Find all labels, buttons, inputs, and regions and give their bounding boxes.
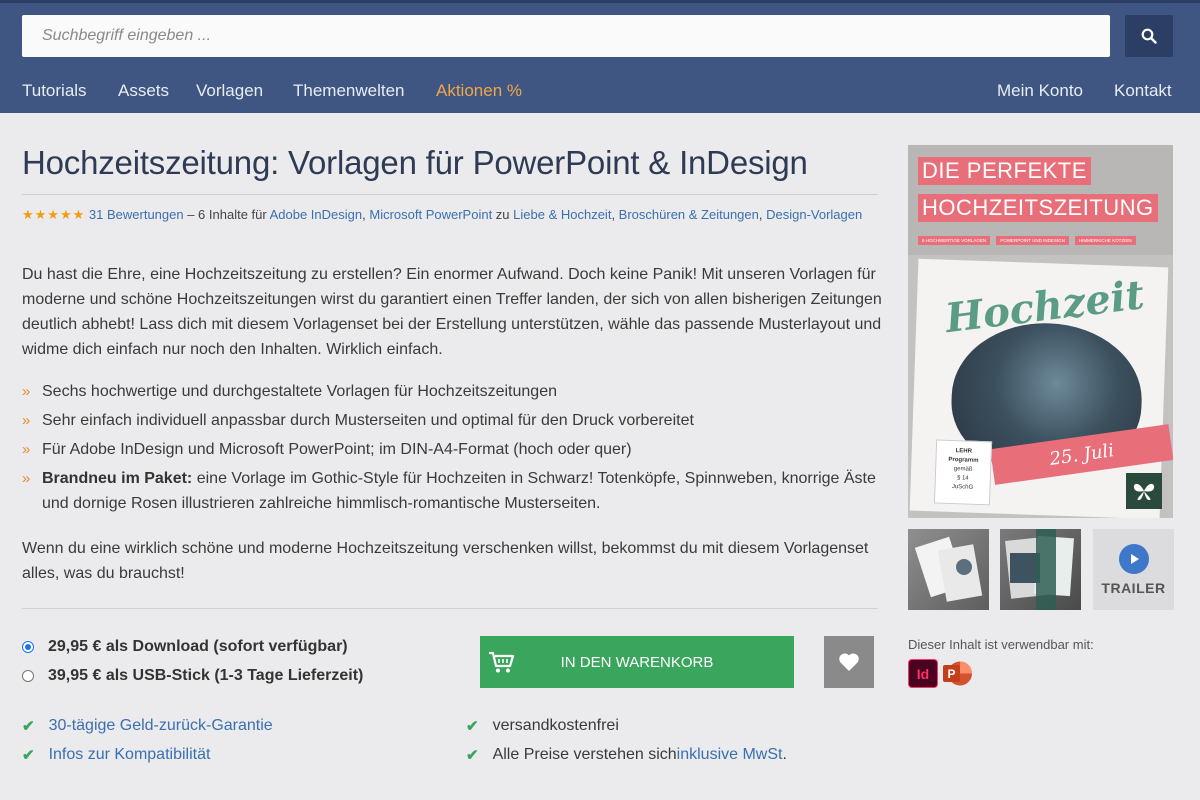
cover-tags: 6 HOCHWERTIGE VORLAGEN POWERPOINT UND IN… [918, 236, 1136, 245]
software-link-indesign[interactable]: Adobe InDesign [270, 207, 363, 222]
compat-info-link[interactable]: Infos zur Kompatibilität [49, 746, 211, 764]
nav-aktionen[interactable]: Aktionen % [436, 81, 522, 101]
rating-stars: ★★★★★ [22, 207, 86, 222]
category-link-design-vorlagen[interactable]: Design-Vorlagen [766, 207, 862, 222]
nav-mein-konto[interactable]: Mein Konto [997, 81, 1083, 101]
reviews-link[interactable]: 31 Bewertungen [89, 207, 184, 222]
price-option-download[interactable]: 29,95 € als Download (sofort verfügbar) [22, 638, 348, 656]
nav-assets[interactable]: Assets [118, 81, 169, 101]
add-to-cart-label: IN DEN WARENKORB [560, 653, 714, 671]
software-link-powerpoint[interactable]: Microsoft PowerPoint [369, 207, 492, 222]
svg-text:P: P [947, 667, 955, 681]
trailer-button[interactable]: TRAILER [1093, 529, 1174, 610]
gallery-thumb-1[interactable] [908, 529, 989, 610]
wishlist-button[interactable] [824, 636, 874, 688]
list-item: » Sehr einfach individuell anpassbar durc… [22, 408, 882, 433]
guarantee-link[interactable]: 30-tägige Geld-zurück-Garantie [49, 717, 273, 735]
chevron-right-icon: » [22, 412, 31, 429]
play-icon [1118, 543, 1149, 574]
nav-kontakt[interactable]: Kontakt [1114, 81, 1172, 101]
feature-shipping: ✔ versandkostenfrei [466, 717, 619, 735]
main-nav: Tutorials Assets Vorlagen Themenwelten A… [0, 81, 1200, 103]
indesign-icon[interactable]: Id [908, 659, 938, 688]
chevron-right-icon: » [22, 470, 31, 487]
gallery-thumb-2[interactable] [1000, 529, 1081, 610]
nav-themenwelten[interactable]: Themenwelten [293, 81, 405, 101]
check-icon: ✔ [22, 747, 35, 764]
divider [22, 608, 878, 609]
chevron-right-icon: » [22, 441, 31, 458]
feature-guarantee: ✔ 30-tägige Geld-zurück-Garantie [22, 717, 273, 735]
list-item: » Sechs hochwertige und durchgestaltete V… [22, 379, 882, 404]
list-item: » Für Adobe InDesign und Microsoft PowerP… [22, 437, 882, 462]
nav-vorlagen[interactable]: Vorlagen [196, 81, 263, 101]
shopping-cart-icon [489, 651, 515, 673]
product-description: Du hast die Ehre, eine Hochzeitszeitung … [22, 266, 882, 358]
add-to-cart-button[interactable]: IN DEN WARENKORB [480, 636, 794, 688]
product-outro: Wenn du eine wirklich schöne und moderne… [22, 540, 869, 582]
check-icon: ✔ [466, 718, 479, 735]
nav-tutorials[interactable]: Tutorials [22, 81, 87, 101]
page-title: Hochzeitszeitung: Vorlagen für PowerPoin… [22, 144, 808, 181]
cover-headline-1: DIE PERFEKTE [918, 157, 1091, 185]
heart-icon [839, 653, 859, 671]
contents-text: – 6 Inhalte für [183, 207, 270, 222]
feature-vat: ✔ Alle Preise verstehen sich inklusive M… [466, 746, 787, 764]
search-bar [22, 15, 1110, 57]
search-button[interactable] [1125, 15, 1173, 57]
butterfly-logo-icon [1126, 473, 1162, 509]
product-meta: ★★★★★ 31 Bewertungen – 6 Inhalte für Ado… [22, 207, 863, 222]
powerpoint-icon[interactable]: P [941, 659, 973, 688]
product-cover-image[interactable]: DIE PERFEKTE HOCHZEITSZEITUNG 6 HOCHWERT… [908, 145, 1173, 518]
to-text: zu [492, 207, 514, 222]
cover-headline-2: HOCHZEITSZEITUNG [918, 194, 1158, 222]
category-link-broschueren[interactable]: Broschüren & Zeitungen [619, 207, 759, 222]
check-icon: ✔ [22, 718, 35, 735]
list-item: » Brandneu im Paket: eine Vorlage im Goth… [22, 466, 882, 516]
check-icon: ✔ [466, 747, 479, 764]
vat-link[interactable]: inklusive MwSt [677, 746, 783, 764]
search-input[interactable] [22, 15, 1110, 57]
category-link-liebe[interactable]: Liebe & Hochzeit [513, 207, 611, 222]
search-icon [1141, 28, 1157, 44]
radio-download[interactable] [22, 641, 34, 653]
trailer-label: TRAILER [1101, 579, 1166, 596]
price-option-usb[interactable]: 39,95 € als USB-Stick (1-3 Tage Lieferze… [22, 667, 363, 685]
divider [22, 194, 878, 195]
age-rating-badge: LEHR Programm gemäß § 14 JuSchG [933, 439, 993, 506]
radio-usb[interactable] [22, 670, 34, 682]
feature-list: » Sechs hochwertige und durchgestaltete V… [22, 379, 882, 520]
compat-label: Dieser Inhalt ist verwendbar mit: [908, 637, 1094, 652]
chevron-right-icon: » [22, 383, 31, 400]
site-header: Tutorials Assets Vorlagen Themenwelten A… [0, 0, 1200, 113]
feature-compat: ✔ Infos zur Kompatibilität [22, 746, 210, 764]
